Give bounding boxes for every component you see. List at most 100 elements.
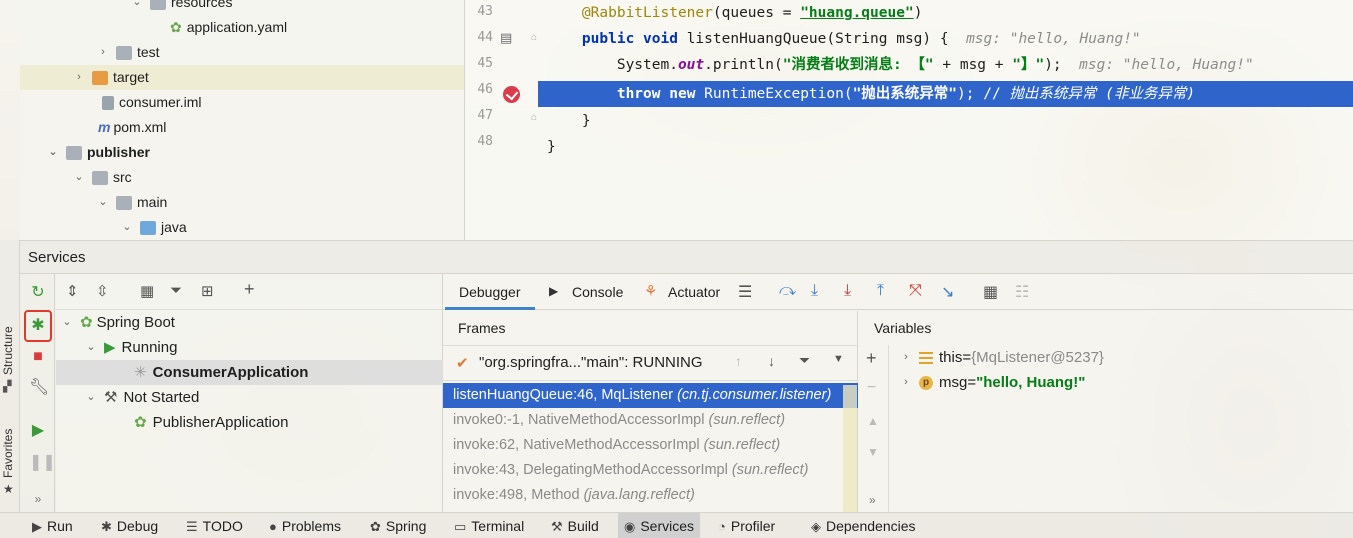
thread-label[interactable]: "org.springfra..."main": RUNNING: [479, 354, 703, 371]
frame-row[interactable]: invoke:498, Method (java.lang.reflect): [443, 483, 858, 508]
favorites-tab[interactable]: Favorites: [1, 429, 15, 478]
services-tool-button[interactable]: ◉ Services: [618, 513, 701, 538]
filter-icon[interactable]: ⏷: [799, 352, 810, 369]
tab-actuator[interactable]: Actuator: [654, 274, 734, 310]
add-watch-icon[interactable]: +: [866, 348, 877, 369]
frames-scrollbar[interactable]: [843, 385, 857, 512]
resume-icon[interactable]: ▶: [29, 422, 47, 440]
profiler-icon: ◔: [718, 519, 726, 534]
tree-item-main[interactable]: ⌄ main: [96, 190, 167, 215]
variable-this[interactable]: › this = {MqListener@5237}: [899, 345, 1104, 370]
tree-item-resources[interactable]: ⌄ resources: [130, 0, 232, 15]
show-execution-point-icon[interactable]: ⤼: [779, 282, 796, 300]
wrench-icon[interactable]: 🔧︎: [29, 379, 49, 397]
tree-item-target[interactable]: › target: [20, 65, 464, 90]
chevron-right-icon[interactable]: ›: [96, 40, 110, 65]
variable-msg[interactable]: › p msg = "hello, Huang!": [899, 370, 1085, 395]
todo-tool-button[interactable]: ☰ TODO: [180, 513, 249, 538]
step-over-icon[interactable]: ⤓: [811, 282, 818, 300]
tab-debugger[interactable]: Debugger: [445, 274, 535, 310]
tree-item-publisher[interactable]: ⌄ publisher: [46, 140, 150, 165]
chevron-right-icon[interactable]: ›: [72, 65, 86, 90]
tree-item-consumer-iml[interactable]: consumer.iml: [102, 90, 201, 115]
service-not-started[interactable]: ⌄ ⚒ Not Started: [84, 385, 199, 410]
move-down-icon[interactable]: ▼: [867, 445, 879, 459]
tree-item-java[interactable]: ⌄ java: [120, 215, 186, 240]
tree-item-application-yaml[interactable]: ✿ application.yaml: [170, 15, 287, 40]
breakpoint-icon[interactable]: [503, 86, 520, 103]
chevron-right-icon[interactable]: ›: [899, 370, 913, 395]
arrow-down-icon[interactable]: ↓: [768, 353, 775, 369]
menu-icon[interactable]: ☰: [738, 282, 752, 302]
add-icon[interactable]: +: [244, 279, 255, 300]
frame-row[interactable]: listenHuangQueue:46, MqListener (cn.tj.c…: [443, 383, 858, 408]
chevron-down-icon[interactable]: ⌄: [72, 165, 86, 190]
code-line-44: public void listenHuangQueue(String msg)…: [581, 31, 1141, 47]
rerun-icon[interactable]: ↻: [29, 284, 47, 302]
line-number: 46: [477, 82, 493, 97]
chevron-down-icon[interactable]: ⌄: [96, 190, 110, 215]
fold-icon[interactable]: ⌂: [531, 32, 537, 43]
step-into-icon[interactable]: ⤓: [844, 282, 851, 300]
pause-icon[interactable]: ❚❚: [29, 454, 56, 472]
step-out-icon[interactable]: ⤒: [877, 282, 884, 300]
expand-all-icon[interactable]: ⇕: [66, 282, 79, 300]
run-icon: ▶: [104, 339, 116, 356]
move-up-icon[interactable]: ▲: [867, 414, 879, 428]
profiler-tool-button[interactable]: ◔ Profiler: [712, 513, 781, 538]
spring-boot-icon: ✿: [80, 314, 93, 331]
chevron-down-icon[interactable]: ⌄: [84, 335, 98, 360]
implement-method-icon[interactable]: ▤: [500, 30, 512, 46]
chevron-down-icon[interactable]: ⌄: [84, 385, 98, 410]
group-by-icon[interactable]: ▦: [140, 282, 154, 300]
chevron-down-icon[interactable]: ⌄: [46, 140, 60, 165]
more-icon[interactable]: »: [869, 493, 876, 507]
more-icon[interactable]: »: [29, 490, 47, 508]
frame-row[interactable]: invoke:43, DelegatingMethodAccessorImpl …: [443, 458, 858, 483]
tab-console[interactable]: Console: [558, 274, 637, 310]
problems-icon: ●: [269, 519, 277, 534]
service-running[interactable]: ⌄ ▶ Running: [84, 335, 177, 360]
drop-frame-icon[interactable]: ⤧: [909, 282, 922, 300]
fold-icon[interactable]: ⌂: [531, 112, 537, 123]
star-icon[interactable]: ★: [3, 482, 14, 496]
editor-gutter[interactable]: 43 44 45 46 47 48 ▤ ⌂ ⌂: [465, 0, 539, 240]
terminal-tool-button[interactable]: ▭ Terminal: [448, 513, 530, 538]
arrow-up-icon[interactable]: ↑: [735, 353, 742, 369]
collapse-all-icon[interactable]: ⇳: [96, 282, 109, 300]
frames-title: Frames: [458, 320, 506, 336]
service-consumer-application[interactable]: ✳ ConsumerApplication: [56, 360, 443, 385]
stop-icon[interactable]: ■: [29, 348, 47, 366]
debug-tool-button[interactable]: ✱ Debug: [95, 513, 164, 538]
thread-selector[interactable]: ✔ "org.springfra..."main": RUNNING ↑ ↓ ⏷…: [443, 345, 858, 381]
check-icon: ✔: [456, 355, 469, 372]
code-editor[interactable]: 43 44 45 46 47 48 ▤ ⌂ ⌂ @RabbitListener(…: [465, 0, 1353, 240]
build-tool-button[interactable]: ⚒ Build: [545, 513, 605, 538]
tree-item-pom-xml[interactable]: m pom.xml: [98, 115, 166, 140]
chevron-down-icon[interactable]: ⌄: [120, 215, 134, 240]
dropdown-icon[interactable]: ▼: [833, 353, 844, 365]
problems-tool-button[interactable]: ● Problems: [263, 513, 347, 538]
structure-tab[interactable]: Structure: [1, 326, 15, 375]
run-to-cursor-icon[interactable]: ↘: [941, 282, 954, 302]
run-tool-button[interactable]: ▶ Run: [26, 513, 79, 538]
filter-icon[interactable]: ⏷: [170, 282, 182, 299]
new-tab-icon[interactable]: ⊞: [201, 282, 214, 300]
evaluate-expression-icon[interactable]: ▦: [983, 282, 998, 302]
service-spring-boot[interactable]: ⌄ ✿ Spring Boot: [60, 310, 175, 335]
chevron-right-icon[interactable]: ›: [899, 345, 913, 370]
service-publisher-application[interactable]: ✿ PublisherApplication: [134, 410, 289, 435]
chevron-down-icon[interactable]: ⌄: [130, 0, 144, 15]
chevron-down-icon[interactable]: ⌄: [60, 310, 74, 335]
spring-tool-button[interactable]: ✿ Spring: [364, 513, 432, 538]
frame-row[interactable]: invoke0:-1, NativeMethodAccessorImpl (su…: [443, 408, 858, 433]
frame-row[interactable]: invoke:62, NativeMethodAccessorImpl (sun…: [443, 433, 858, 458]
tree-item-test[interactable]: › test: [96, 40, 159, 65]
services-title: Services: [28, 249, 86, 266]
tree-item-src[interactable]: ⌄ src: [72, 165, 131, 190]
remove-watch-icon[interactable]: −: [867, 379, 876, 397]
structure-icon[interactable]: ▞: [3, 380, 11, 393]
folder-icon: [116, 195, 132, 210]
dependencies-tool-button[interactable]: ◈ Dependencies: [805, 513, 922, 538]
trace-icon[interactable]: ☷: [1015, 282, 1029, 302]
